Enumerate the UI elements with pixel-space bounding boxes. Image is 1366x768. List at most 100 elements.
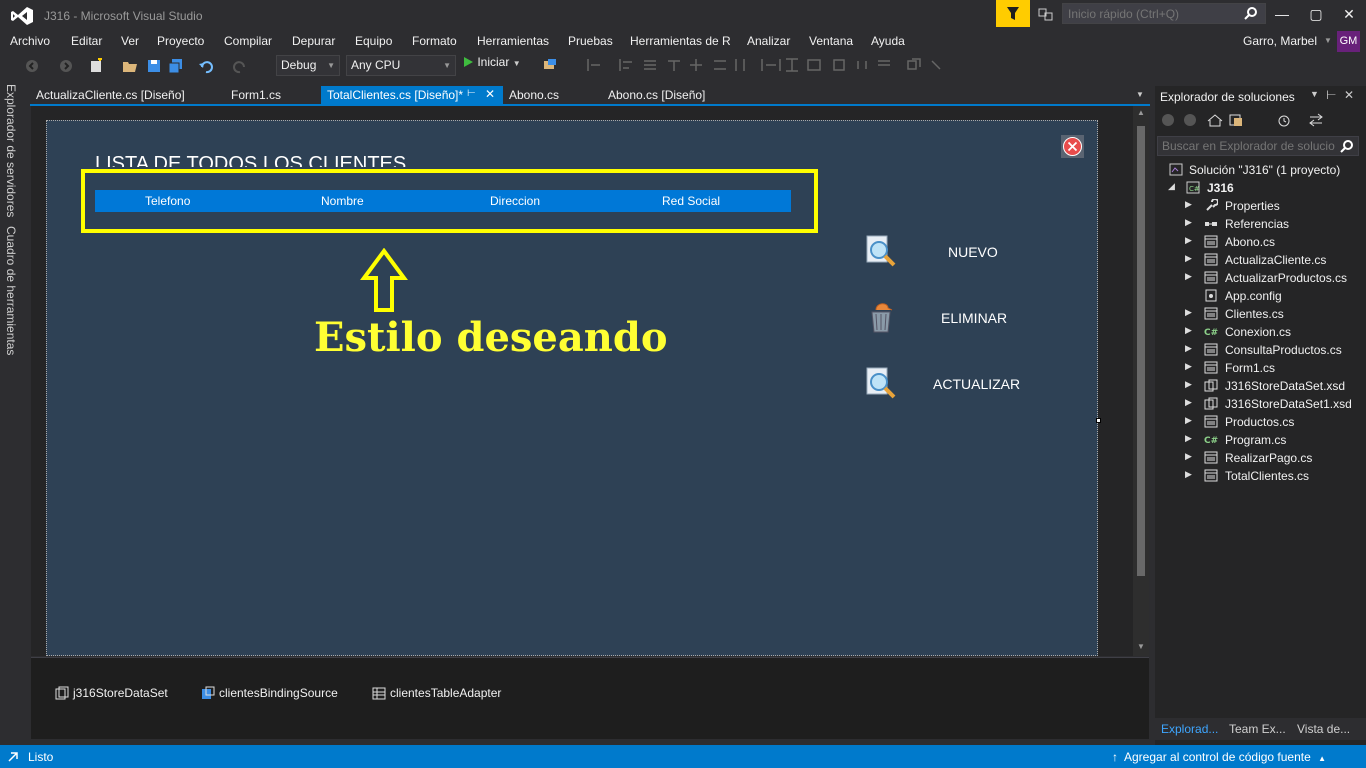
expand-arrow-icon[interactable]: ▶ bbox=[1185, 433, 1192, 444]
tree-item[interactable]: ▶ TotalClientes.cs bbox=[1160, 467, 1358, 485]
expand-arrow-icon[interactable]: ▶ bbox=[1185, 379, 1192, 390]
search-icon[interactable] bbox=[1244, 6, 1258, 20]
tree-item[interactable]: ▶ Referencias bbox=[1160, 215, 1358, 233]
undo-icon[interactable] bbox=[198, 58, 214, 74]
browser-link-icon[interactable] bbox=[542, 57, 558, 73]
expand-arrow-icon[interactable]: ▶ bbox=[1185, 415, 1192, 426]
back-icon[interactable] bbox=[24, 58, 40, 74]
pin-icon[interactable]: ⊢ bbox=[467, 88, 476, 99]
magnifier-icon[interactable] bbox=[864, 366, 898, 400]
close-panel-icon[interactable]: ✕ bbox=[1344, 88, 1354, 102]
tree-item[interactable]: ▶ ActualizarProductos.cs bbox=[1160, 269, 1358, 287]
expand-arrow-icon[interactable]: ▶ bbox=[1185, 199, 1192, 210]
menu-archivo[interactable]: Archivo bbox=[10, 34, 50, 48]
tab-overflow-icon[interactable]: ▼ bbox=[1136, 90, 1144, 99]
new-project-icon[interactable] bbox=[88, 58, 104, 74]
user-dropdown-icon[interactable]: ▼ bbox=[1324, 36, 1332, 45]
menu-equipo[interactable]: Equipo bbox=[355, 34, 392, 48]
quick-launch-box[interactable] bbox=[1062, 3, 1266, 24]
quick-launch-input[interactable] bbox=[1063, 4, 1265, 23]
maximize-button[interactable]: ▢ bbox=[1301, 4, 1331, 24]
server-explorer-tab[interactable]: Explorador de servidores bbox=[4, 84, 18, 217]
tree-item[interactable]: ▶ RealizarPago.cs bbox=[1160, 449, 1358, 467]
tab-abono-design[interactable]: Abono.cs [Diseño] bbox=[602, 86, 711, 105]
magnifier-icon[interactable] bbox=[864, 234, 898, 268]
tree-item[interactable]: ▶ J316StoreDataSet1.xsd bbox=[1160, 395, 1358, 413]
trash-icon[interactable] bbox=[864, 300, 898, 334]
expand-arrow-icon[interactable]: ▶ bbox=[1185, 451, 1192, 462]
actualizar-button[interactable]: ACTUALIZAR bbox=[933, 376, 1020, 392]
expand-arrow-icon[interactable]: ▶ bbox=[1185, 361, 1192, 372]
expanded-arrow-icon[interactable]: ◢ bbox=[1168, 181, 1175, 192]
feedback-filter-button[interactable] bbox=[996, 0, 1030, 27]
scroll-down-icon[interactable]: ▼ bbox=[1137, 642, 1145, 651]
search-icon[interactable] bbox=[1340, 139, 1354, 153]
expand-arrow-icon[interactable]: ▶ bbox=[1185, 235, 1192, 246]
notifications-icon[interactable] bbox=[1038, 6, 1054, 22]
start-button[interactable]: Iniciar ▼ bbox=[462, 55, 521, 75]
add-to-source-control[interactable]: ↑ Agregar al control de código fuente ▲ bbox=[1112, 750, 1326, 764]
close-form-icon[interactable] bbox=[1061, 135, 1084, 158]
close-window-button[interactable]: ✕ bbox=[1334, 4, 1364, 24]
tree-item[interactable]: ▶ C# Program.cs bbox=[1160, 431, 1358, 449]
platform-select[interactable]: Any CPU ▼ bbox=[346, 55, 456, 76]
resize-handle[interactable] bbox=[1096, 418, 1101, 423]
avatar[interactable]: GM bbox=[1337, 31, 1360, 52]
tray-item-binding-source[interactable]: clientesBindingSource bbox=[201, 686, 338, 700]
tree-item[interactable]: ▶ C# Conexion.cs bbox=[1160, 323, 1358, 341]
pin-icon[interactable]: ⊢ bbox=[1326, 88, 1336, 102]
tab-team-explorer[interactable]: Team Ex... bbox=[1229, 722, 1286, 736]
menu-depurar[interactable]: Depurar bbox=[292, 34, 335, 48]
menu-editar[interactable]: Editar bbox=[71, 34, 102, 48]
save-all-icon[interactable] bbox=[168, 58, 184, 74]
menu-proyecto[interactable]: Proyecto bbox=[157, 34, 204, 48]
tab-totalclientes-design[interactable]: TotalClientes.cs [Diseño]* ⊢ ✕ bbox=[321, 86, 503, 105]
tree-item[interactable]: App.config bbox=[1160, 287, 1358, 305]
menu-ventana[interactable]: Ventana bbox=[809, 34, 853, 48]
menu-ayuda[interactable]: Ayuda bbox=[871, 34, 905, 48]
solution-search-input[interactable] bbox=[1158, 137, 1338, 155]
tree-item[interactable]: ▶ Form1.cs bbox=[1160, 359, 1358, 377]
tree-item[interactable]: ▶ Properties bbox=[1160, 197, 1358, 215]
expand-arrow-icon[interactable]: ▶ bbox=[1185, 307, 1192, 318]
redo-icon[interactable] bbox=[232, 58, 248, 74]
tray-item-dataset[interactable]: j316StoreDataSet bbox=[55, 686, 168, 700]
vertical-scrollbar[interactable]: ▲ ▼ bbox=[1133, 106, 1149, 656]
menu-herramientas-r[interactable]: Herramientas de R bbox=[630, 34, 731, 48]
expand-arrow-icon[interactable]: ▶ bbox=[1185, 217, 1192, 228]
layout-toolbar-icons[interactable] bbox=[586, 57, 946, 73]
solution-explorer-toolbar[interactable] bbox=[1160, 112, 1330, 128]
expand-arrow-icon[interactable]: ▶ bbox=[1185, 397, 1192, 408]
tab-solution-explorer[interactable]: Explorad... bbox=[1161, 722, 1218, 736]
forward-icon[interactable] bbox=[58, 58, 74, 74]
menu-formato[interactable]: Formato bbox=[412, 34, 457, 48]
panel-dropdown-icon[interactable]: ▼ bbox=[1310, 89, 1319, 99]
tree-item[interactable]: ▶ Clientes.cs bbox=[1160, 305, 1358, 323]
nuevo-button[interactable]: NUEVO bbox=[948, 244, 998, 260]
expand-arrow-icon[interactable]: ▶ bbox=[1185, 271, 1192, 282]
tree-item[interactable]: ▶ Abono.cs bbox=[1160, 233, 1358, 251]
user-name[interactable]: Garro, Marbel bbox=[1243, 34, 1317, 48]
menu-ver[interactable]: Ver bbox=[121, 34, 139, 48]
menu-analizar[interactable]: Analizar bbox=[747, 34, 790, 48]
menu-herramientas[interactable]: Herramientas bbox=[477, 34, 549, 48]
tab-actualizacliente-design[interactable]: ActualizaCliente.cs [Diseño] bbox=[30, 86, 191, 105]
expand-arrow-icon[interactable]: ▶ bbox=[1185, 343, 1192, 354]
expand-arrow-icon[interactable]: ▶ bbox=[1185, 325, 1192, 336]
tree-project[interactable]: ◢ C# J316 bbox=[1160, 179, 1358, 197]
tab-form1[interactable]: Form1.cs bbox=[225, 86, 287, 105]
expand-arrow-icon[interactable]: ▶ bbox=[1185, 469, 1192, 480]
tree-item[interactable]: ▶ ConsultaProductos.cs bbox=[1160, 341, 1358, 359]
tree-item[interactable]: ▶ Productos.cs bbox=[1160, 413, 1358, 431]
eliminar-button[interactable]: ELIMINAR bbox=[941, 310, 1007, 326]
scroll-up-icon[interactable]: ▲ bbox=[1137, 108, 1145, 117]
toolbox-tab[interactable]: Cuadro de herramientas bbox=[4, 226, 18, 355]
tree-item[interactable]: ▶ ActualizaCliente.cs bbox=[1160, 251, 1358, 269]
tree-item[interactable]: ▶ J316StoreDataSet.xsd bbox=[1160, 377, 1358, 395]
tab-abono[interactable]: Abono.cs bbox=[503, 86, 565, 105]
menu-pruebas[interactable]: Pruebas bbox=[568, 34, 613, 48]
menu-compilar[interactable]: Compilar bbox=[224, 34, 272, 48]
tab-class-view[interactable]: Vista de... bbox=[1297, 722, 1350, 736]
scrollbar-thumb[interactable] bbox=[1137, 126, 1145, 576]
expand-arrow-icon[interactable]: ▶ bbox=[1185, 253, 1192, 264]
